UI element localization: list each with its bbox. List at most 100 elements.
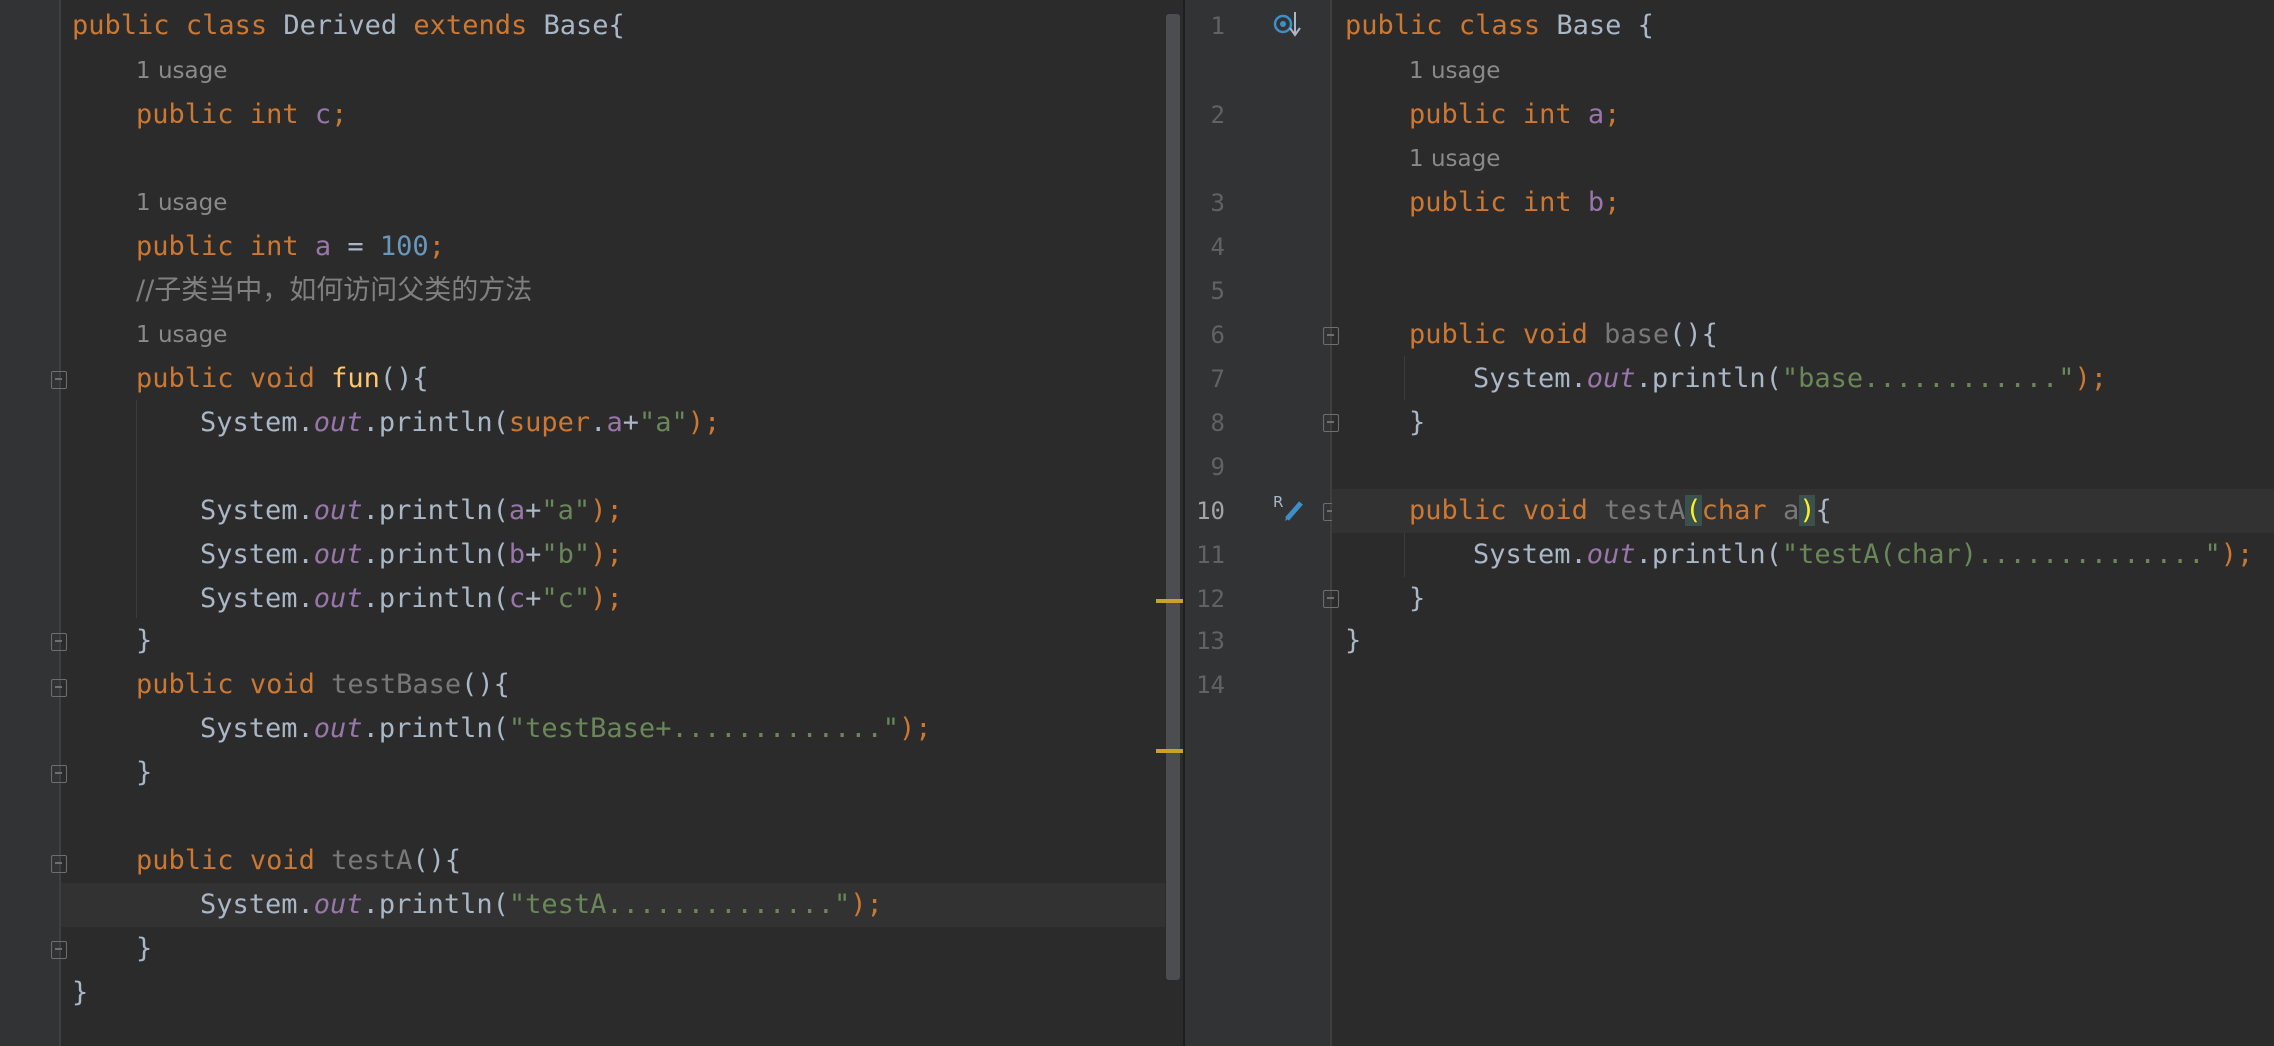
code-line-fun-decl[interactable]: public void fun(){: [136, 357, 429, 401]
fold-icon[interactable]: [1323, 590, 1339, 608]
line-number[interactable]: 7: [1185, 357, 1225, 401]
method-name: testBase: [331, 669, 462, 700]
string-literal: "c": [541, 583, 591, 614]
overridden-method-icon[interactable]: R: [1273, 493, 1307, 523]
fold-icon[interactable]: [51, 941, 67, 959]
code-line-field-a[interactable]: public int a = 100;: [136, 225, 445, 269]
code-line-testA-decl[interactable]: public void testA(char a){: [1409, 489, 1832, 533]
operator: +: [622, 407, 639, 438]
code-line-base-decl[interactable]: public void base(){: [1409, 313, 1718, 357]
warning-marker[interactable]: [1156, 599, 1183, 603]
semicolon: ;: [428, 231, 445, 262]
line-number[interactable]: 6: [1185, 313, 1225, 357]
brace: {: [1621, 10, 1654, 41]
static-field: out: [313, 583, 363, 614]
line-number[interactable]: 2: [1185, 93, 1225, 137]
indent-guide: [1404, 533, 1405, 577]
code-line-testA-body[interactable]: System.out.println("testA(char).........…: [1473, 533, 2253, 577]
fold-icon[interactable]: [51, 371, 67, 389]
method-name: testA: [1604, 495, 1686, 526]
code-line-comment[interactable]: //子类当中，如何访问父类的方法: [136, 269, 532, 313]
dot: .: [590, 407, 607, 438]
keyword: int: [1522, 187, 1572, 218]
code-line-close-testA[interactable]: }: [136, 927, 152, 971]
keyword: int: [1522, 99, 1572, 130]
code-line-close-testBase[interactable]: }: [136, 751, 152, 795]
warning-marker[interactable]: [1156, 749, 1183, 753]
fold-icon[interactable]: [1323, 327, 1339, 345]
parens-brace: (){: [1669, 319, 1718, 350]
keyword: public: [1409, 319, 1507, 350]
method-call: .println(: [362, 583, 509, 614]
left-editor-pane[interactable]: public class Derived extends Base{ 1 usa…: [0, 0, 1183, 1046]
code-line-field-c[interactable]: public int c;: [136, 93, 347, 137]
code-line-testA-decl[interactable]: public void testA(){: [136, 839, 461, 883]
code-line-testA-body-current[interactable]: System.out.println("testA.............."…: [61, 883, 1165, 927]
parens-brace: (){: [412, 845, 462, 876]
line-number[interactable]: 13: [1185, 619, 1225, 663]
line-number[interactable]: 1: [1185, 4, 1225, 48]
class-ref: System.: [200, 407, 314, 438]
keyword: void: [249, 669, 315, 700]
class-ref: System.: [1473, 539, 1587, 570]
line-number[interactable]: 5: [1185, 269, 1225, 313]
line-number[interactable]: 14: [1185, 663, 1225, 707]
field-name: b: [1587, 187, 1605, 218]
usage-hint[interactable]: 1 usage: [136, 181, 227, 225]
keyword: public: [136, 99, 234, 130]
implemented-method-icon[interactable]: [1273, 10, 1305, 40]
line-number[interactable]: 4: [1185, 225, 1225, 269]
code-line-fun-4[interactable]: System.out.println(c+"c");: [200, 577, 623, 621]
keyword: public: [1409, 187, 1507, 218]
code-line-close-base[interactable]: }: [1409, 401, 1425, 445]
statement-end: );: [2074, 363, 2108, 394]
class-ref: System.: [200, 889, 314, 920]
matched-paren: (: [1685, 495, 1702, 526]
usage-hint[interactable]: 1 usage: [136, 313, 227, 357]
code-line-testBase-body[interactable]: System.out.println("testBase+...........…: [200, 707, 932, 751]
fold-icon[interactable]: [51, 679, 67, 697]
statement-end: );: [590, 583, 623, 614]
brace: {: [608, 10, 625, 41]
keyword: public: [72, 10, 170, 41]
brace: }: [72, 977, 89, 1008]
operator: +: [525, 583, 542, 614]
keyword: public: [136, 669, 234, 700]
code-line-base-body[interactable]: System.out.println("base............");: [1473, 357, 2107, 401]
keyword: super: [508, 407, 591, 438]
param-name: a: [1782, 495, 1800, 526]
field-name: a: [314, 231, 332, 262]
code-line-fun-1[interactable]: System.out.println(super.a+"a");: [200, 401, 720, 445]
code-line-fun-2[interactable]: System.out.println(a+"a");: [200, 489, 623, 533]
line-number[interactable]: 9: [1185, 445, 1225, 489]
method-name: base: [1604, 319, 1670, 350]
right-editor-pane[interactable]: 1 2 3 4 5 6 7 8 9 10 11 12 13 14 R publi…: [1185, 0, 2274, 1046]
keyword: public: [1409, 99, 1507, 130]
keyword: extends: [413, 10, 528, 41]
code-line-class-decl[interactable]: public class Derived extends Base{: [72, 4, 625, 48]
code-line-close-class[interactable]: }: [72, 971, 88, 1015]
vertical-scrollbar[interactable]: [1166, 14, 1180, 980]
line-number-current[interactable]: 10: [1185, 489, 1225, 533]
line-number[interactable]: 12: [1185, 577, 1225, 621]
usage-hint[interactable]: 1 usage: [136, 49, 227, 93]
usage-hint[interactable]: 1 usage: [1409, 137, 1500, 181]
line-number[interactable]: 3: [1185, 181, 1225, 225]
line-number[interactable]: 11: [1185, 533, 1225, 577]
method-call: .println(: [362, 539, 509, 570]
fold-icon[interactable]: [51, 765, 67, 783]
code-line-testBase-decl[interactable]: public void testBase(){: [136, 663, 510, 707]
code-line-class-decl[interactable]: public class Base {: [1345, 4, 1654, 48]
code-line-close-testA[interactable]: }: [1409, 577, 1425, 621]
semicolon: ;: [1604, 187, 1621, 218]
fold-icon[interactable]: [51, 855, 67, 873]
fold-icon[interactable]: [51, 633, 67, 651]
code-line-field-a[interactable]: public int a;: [1409, 93, 1620, 137]
code-line-close-class[interactable]: }: [1345, 619, 1361, 663]
code-line-field-b[interactable]: public int b;: [1409, 181, 1620, 225]
line-number[interactable]: 8: [1185, 401, 1225, 445]
usage-hint[interactable]: 1 usage: [1409, 49, 1500, 93]
code-line-close-fun[interactable]: }: [136, 619, 152, 663]
fold-icon[interactable]: [1323, 414, 1339, 432]
code-line-fun-3[interactable]: System.out.println(b+"b");: [200, 533, 623, 577]
